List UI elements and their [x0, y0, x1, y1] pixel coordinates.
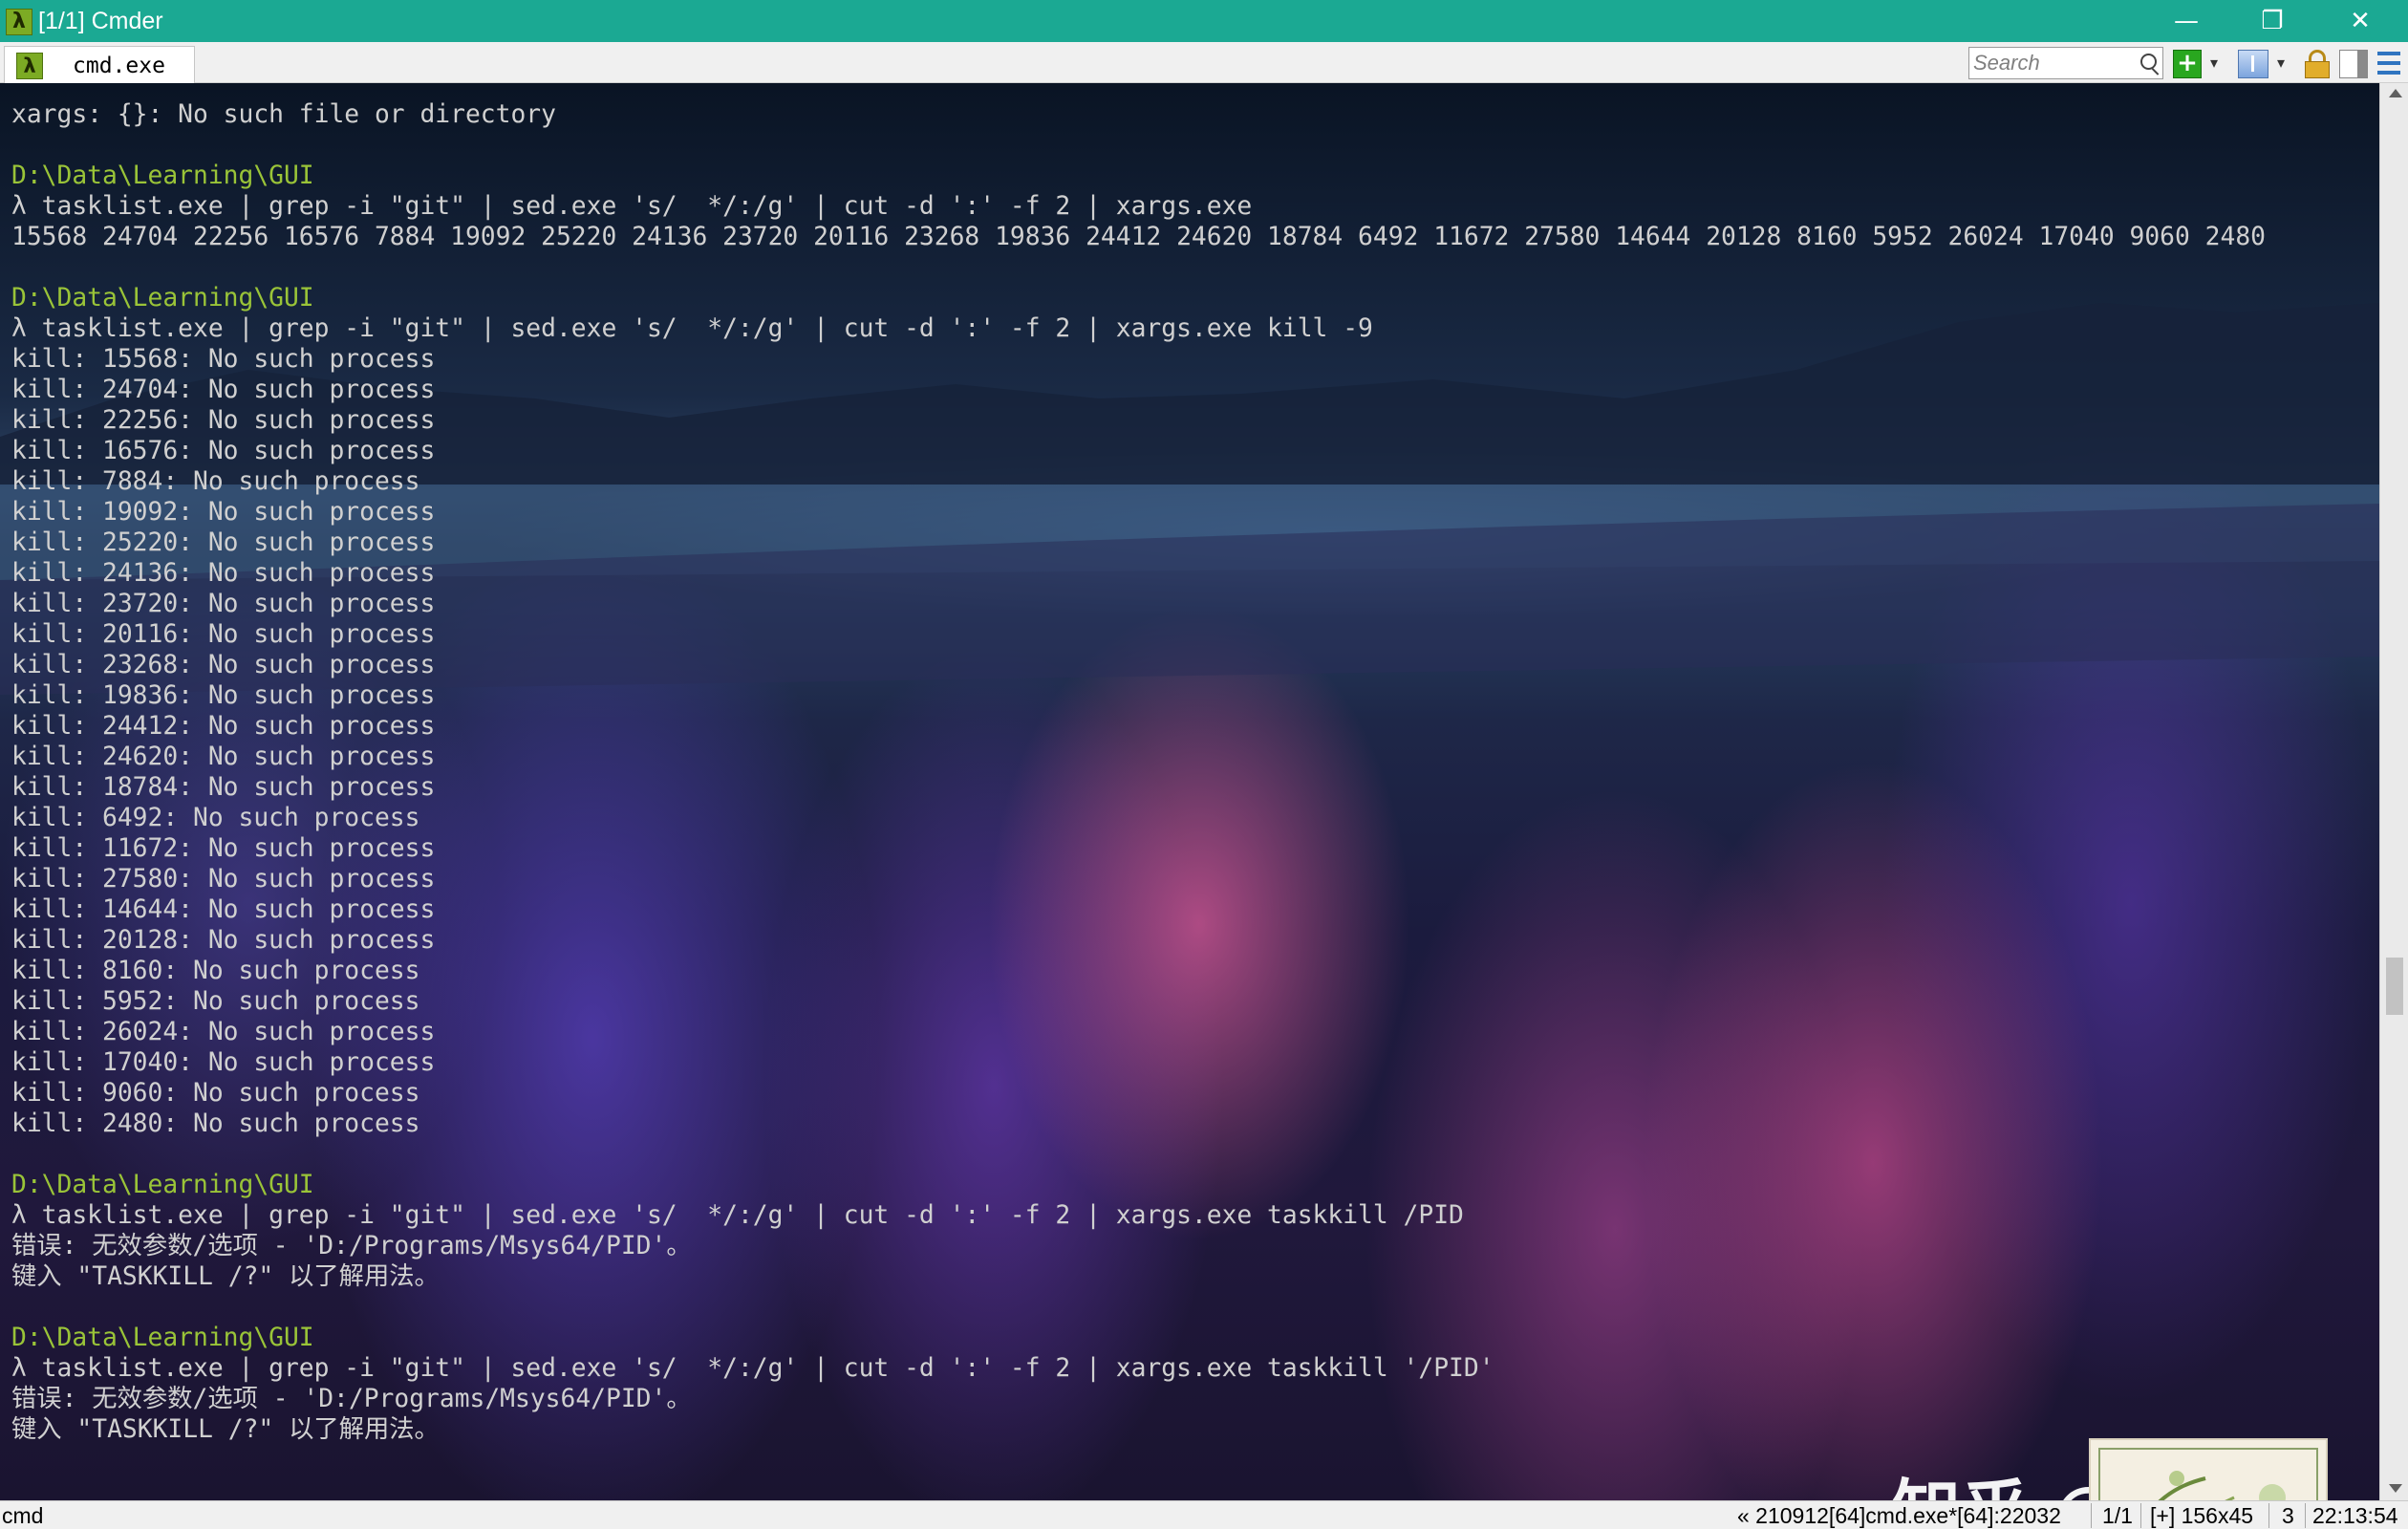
- search-icon[interactable]: [2140, 54, 2157, 70]
- console-line: kill: 18784: No such process: [11, 773, 436, 802]
- console-line: kill: 2480: No such process: [11, 1109, 420, 1138]
- console-line: kill: 22256: No such process: [11, 406, 436, 435]
- minimize-button[interactable]: —: [2142, 0, 2230, 42]
- watermark-stamp-image: [2089, 1438, 2328, 1500]
- new-console-dropdown[interactable]: ▾: [2204, 50, 2225, 76]
- panel-view-icon[interactable]: [2339, 50, 2368, 78]
- console-line: λ tasklist.exe | grep -i "git" | sed.exe…: [11, 314, 1373, 343]
- console-line: kill: 23720: No such process: [11, 590, 436, 618]
- console-line: kill: 9060: No such process: [11, 1079, 420, 1108]
- console-line: 键入 "TASKKILL /?" 以了解用法。: [11, 1262, 440, 1291]
- console-line: 键入 "TASKKILL /?" 以了解用法。: [11, 1415, 440, 1444]
- console-line: kill: 24620: No such process: [11, 743, 436, 771]
- console-line: kill: 15568: No such process: [11, 345, 436, 374]
- console-prompt-path: D:\Data\Learning\GUI: [11, 162, 314, 190]
- console-line: kill: 26024: No such process: [11, 1018, 436, 1046]
- console-line: kill: 25220: No such process: [11, 528, 436, 557]
- status-count: 3: [2282, 1503, 2294, 1528]
- scrollbar-thumb[interactable]: [2386, 958, 2403, 1015]
- lock-icon[interactable]: [2303, 50, 2330, 78]
- console-line: kill: 6492: No such process: [11, 804, 420, 832]
- scroll-up-arrow-icon[interactable]: [2389, 89, 2402, 97]
- console-line: λ tasklist.exe | grep -i "git" | sed.exe…: [11, 192, 1253, 221]
- maximize-button[interactable]: ❐: [2228, 0, 2316, 42]
- console-prompt-path: D:\Data\Learning\GUI: [11, 284, 314, 312]
- vertical-scrollbar[interactable]: [2379, 83, 2408, 1500]
- split-view-dropdown[interactable]: ▾: [2270, 50, 2291, 76]
- console-line: kill: 24136: No such process: [11, 559, 436, 588]
- console-line: kill: 19092: No such process: [11, 498, 436, 527]
- new-console-icon[interactable]: +: [2173, 50, 2202, 78]
- console-line: kill: 23268: No such process: [11, 651, 436, 679]
- window-title: [1/1] Cmder: [38, 8, 163, 34]
- tab-bar: λ cmd.exe + ▾ ▾: [0, 42, 2408, 83]
- console-line: 15568 24704 22256 16576 7884 19092 25220…: [11, 223, 2266, 251]
- console-line: kill: 24412: No such process: [11, 712, 436, 741]
- status-bar: cmd « 210912[64]cmd.exe*[64]:22032 1/1 […: [0, 1500, 2408, 1529]
- console-line: kill: 20116: No such process: [11, 620, 436, 649]
- console-output-area[interactable]: xargs: {}: No such file or directory D:\D…: [0, 83, 2379, 1500]
- console-text: xargs: {}: No such file or directory D:\D…: [11, 99, 2266, 1445]
- console-line: kill: 11672: No such process: [11, 834, 436, 863]
- status-console-name: cmd: [2, 1503, 44, 1528]
- console-line: kill: 7884: No such process: [11, 467, 420, 496]
- search-box[interactable]: [1968, 47, 2163, 79]
- console-line: 错误: 无效参数/选项 - 'D:/Programs/Msys64/PID'。: [11, 1385, 692, 1413]
- console-line: xargs: {}: No such file or directory: [11, 100, 556, 129]
- tab-label: cmd.exe: [73, 54, 165, 78]
- lambda-icon: λ: [16, 53, 43, 79]
- console-line: kill: 16576: No such process: [11, 437, 436, 465]
- console-prompt-path: D:\Data\Learning\GUI: [11, 1171, 314, 1199]
- console-line: kill: 14644: No such process: [11, 895, 436, 924]
- scroll-down-arrow-icon[interactable]: [2389, 1484, 2402, 1493]
- console-prompt-path: D:\Data\Learning\GUI: [11, 1324, 314, 1352]
- console-line: kill: 19836: No such process: [11, 681, 436, 710]
- console-line: kill: 27580: No such process: [11, 865, 436, 894]
- cmder-lambda-icon[interactable]: λ: [6, 9, 32, 35]
- status-console-size[interactable]: [+] 156x45: [2150, 1501, 2253, 1529]
- console-line: kill: 17040: No such process: [11, 1048, 436, 1077]
- status-time: 22:13:54: [2312, 1503, 2398, 1528]
- console-line: λ tasklist.exe | grep -i "git" | sed.exe…: [11, 1354, 1494, 1383]
- console-line: kill: 8160: No such process: [11, 957, 420, 985]
- console-line: kill: 20128: No such process: [11, 926, 436, 955]
- console-line: λ tasklist.exe | grep -i "git" | sed.exe…: [11, 1201, 1464, 1230]
- console-line: kill: 24704: No such process: [11, 376, 436, 404]
- console-line: kill: 5952: No such process: [11, 987, 420, 1016]
- tab-cmd[interactable]: λ cmd.exe: [4, 46, 195, 83]
- split-view-icon[interactable]: [2238, 50, 2268, 78]
- hamburger-menu-icon[interactable]: [2377, 50, 2400, 76]
- console-line: 错误: 无效参数/选项 - 'D:/Programs/Msys64/PID'。: [11, 1232, 692, 1260]
- close-button[interactable]: ✕: [2316, 0, 2404, 42]
- search-input[interactable]: [1973, 51, 2126, 75]
- status-process[interactable]: « 210912[64]cmd.exe*[64]:22032: [1737, 1501, 2061, 1529]
- title-bar[interactable]: λ [1/1] Cmder — ❐ ✕: [0, 0, 2408, 42]
- status-console-index[interactable]: 1/1: [2102, 1501, 2133, 1529]
